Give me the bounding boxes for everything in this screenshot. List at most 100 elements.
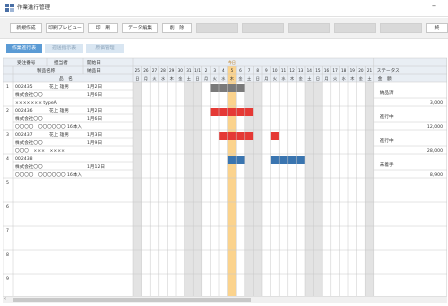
status-text: 進行中 — [380, 137, 394, 144]
new-button[interactable]: 新規作成 — [10, 23, 42, 33]
date-label: 27 — [152, 68, 158, 73]
blank-button-3[interactable] — [288, 23, 330, 33]
person-name: 花上 雄男 — [49, 107, 69, 114]
order-number: 002438 — [15, 156, 33, 162]
date-label: 1/1 — [194, 68, 201, 73]
weekend-column — [184, 66, 194, 296]
header-person: 担当者 — [54, 59, 68, 66]
date-label: 31 — [186, 68, 192, 73]
date-label: 9 — [265, 68, 268, 73]
blank-button-2[interactable] — [242, 23, 284, 33]
date-label: 3 — [213, 68, 216, 73]
date-label: 5 — [231, 68, 234, 73]
date-label: 12 — [289, 68, 295, 73]
weekend-column — [133, 66, 142, 296]
date-label: 4 — [222, 68, 225, 73]
person-name: 花上 雄男 — [49, 83, 69, 90]
schedule-grid-svg: 受注番号 担当者 開始日製品名称 納品日品 名今日ステータス金 額25 26 27 28 29… — [3, 56, 447, 296]
delivery-date: 1月6日 — [87, 92, 102, 98]
date-label: 6 — [239, 68, 242, 73]
status-text: 未着手 — [380, 161, 394, 168]
item-name: ××××××× typeA — [15, 100, 58, 106]
date-label: 30 — [178, 68, 184, 73]
amount-value: 12,000 — [427, 124, 443, 130]
scroll-left-arrow-icon[interactable]: ‹ — [4, 296, 6, 302]
blank-button-4[interactable] — [334, 23, 376, 33]
tab-bar: 作業進行表 週送指示表 原価管理 — [0, 40, 448, 54]
date-label: 17 — [332, 68, 338, 73]
header-amount: 金 額 — [378, 75, 392, 82]
weekend-column — [193, 66, 202, 296]
schedule-grid: 受注番号 担当者 開始日 製品名称 納品日品 名今日 ステータス金 額 25 26 27 28 29… — [3, 56, 447, 296]
product-name: 株式会社〇〇 — [15, 139, 43, 146]
delivery-date: 1月6日 — [87, 116, 102, 122]
toolbar: 新規作成 印刷プレビュー印 刷データ編集削 除 終 — [0, 18, 448, 39]
date-label: 14 — [307, 68, 313, 73]
app-icon — [5, 4, 14, 12]
start-date: 1月2日 — [87, 108, 102, 114]
weekend-column — [253, 66, 262, 296]
start-date: 1月2日 — [87, 84, 102, 90]
delete-button[interactable]: 削 除 — [162, 23, 192, 33]
date-label: 10 — [272, 68, 278, 73]
product-name: 株式会社〇〇 — [15, 91, 43, 98]
weekend-column — [313, 66, 323, 296]
status-text: 納品済 — [380, 89, 394, 96]
date-label: 13 — [298, 68, 304, 73]
gantt-bar[interactable] — [210, 108, 254, 116]
date-label: 26 — [143, 68, 149, 73]
row-number: 1 — [6, 84, 9, 90]
tab-work-progress[interactable]: 作業進行表 — [6, 44, 42, 53]
date-label: 7 — [248, 68, 251, 73]
exit-button[interactable]: 終 — [426, 23, 448, 33]
item-name: 〇〇〇 ××× ×××× — [15, 148, 65, 154]
blank-button-5[interactable] — [380, 23, 422, 33]
row-number: 3 — [6, 132, 9, 138]
tab-cost-management[interactable]: 原価管理 — [86, 44, 124, 53]
edit-data-button[interactable]: データ編集 — [122, 23, 158, 33]
horizontal-scrollbar[interactable]: ‹ — [3, 296, 447, 303]
date-label: 16 — [324, 68, 330, 73]
row-number: 9 — [6, 276, 9, 282]
person-name: 花上 雄男 — [49, 131, 69, 138]
amount-value: 3,000 — [430, 100, 443, 106]
row-number: 7 — [6, 228, 9, 234]
weekday-label: 土 — [367, 75, 371, 81]
minimize-button[interactable]: – — [432, 1, 436, 10]
date-label: 8 — [256, 68, 259, 73]
date-label: 21 — [367, 68, 373, 73]
print-preview-button[interactable]: 印刷プレビュー — [46, 23, 84, 33]
blank-button-1[interactable] — [196, 23, 238, 33]
weekday-label: 土 — [307, 75, 311, 81]
gantt-bar[interactable] — [270, 132, 280, 140]
amount-value: 8,900 — [430, 172, 443, 178]
window-title: 作業進行管理 — [17, 5, 51, 11]
header-product-name: 製品名称 — [37, 67, 56, 74]
date-label: 25 — [135, 68, 141, 73]
product-name: 株式会社〇〇 — [15, 115, 43, 122]
delivery-date: 1月9日 — [87, 140, 102, 146]
weekday-label: 土 — [187, 75, 191, 81]
row-number: 5 — [6, 180, 9, 186]
scroll-thumb[interactable] — [13, 298, 251, 302]
weekend-column — [365, 66, 374, 296]
header-order-no: 受注番号 — [17, 59, 36, 66]
start-date: 1月3日 — [87, 132, 102, 138]
date-label: 19 — [350, 68, 356, 73]
header-item-name: 品 名 — [59, 75, 73, 82]
date-label: 2 — [205, 68, 208, 73]
row-number: 2 — [6, 108, 9, 114]
item-name: 〇〇〇〇 〇〇〇〇〇〇 16本入 — [15, 123, 82, 130]
amount-value: 28,000 — [427, 148, 443, 154]
delivery-date: 1月12日 — [87, 164, 105, 170]
order-number: 002436 — [15, 108, 33, 114]
row-number: 8 — [6, 252, 9, 258]
print-button[interactable]: 印 刷 — [88, 23, 118, 33]
weekend-column — [305, 66, 314, 296]
product-name: 株式会社〇〇 — [15, 163, 43, 170]
tab-shipping-instructions[interactable]: 週送指示表 — [45, 44, 83, 53]
header-status: ステータス — [377, 67, 400, 74]
header-delivery-date: 納品日 — [87, 67, 101, 74]
date-label: 15 — [315, 68, 321, 73]
header-start-date: 開始日 — [87, 59, 101, 66]
